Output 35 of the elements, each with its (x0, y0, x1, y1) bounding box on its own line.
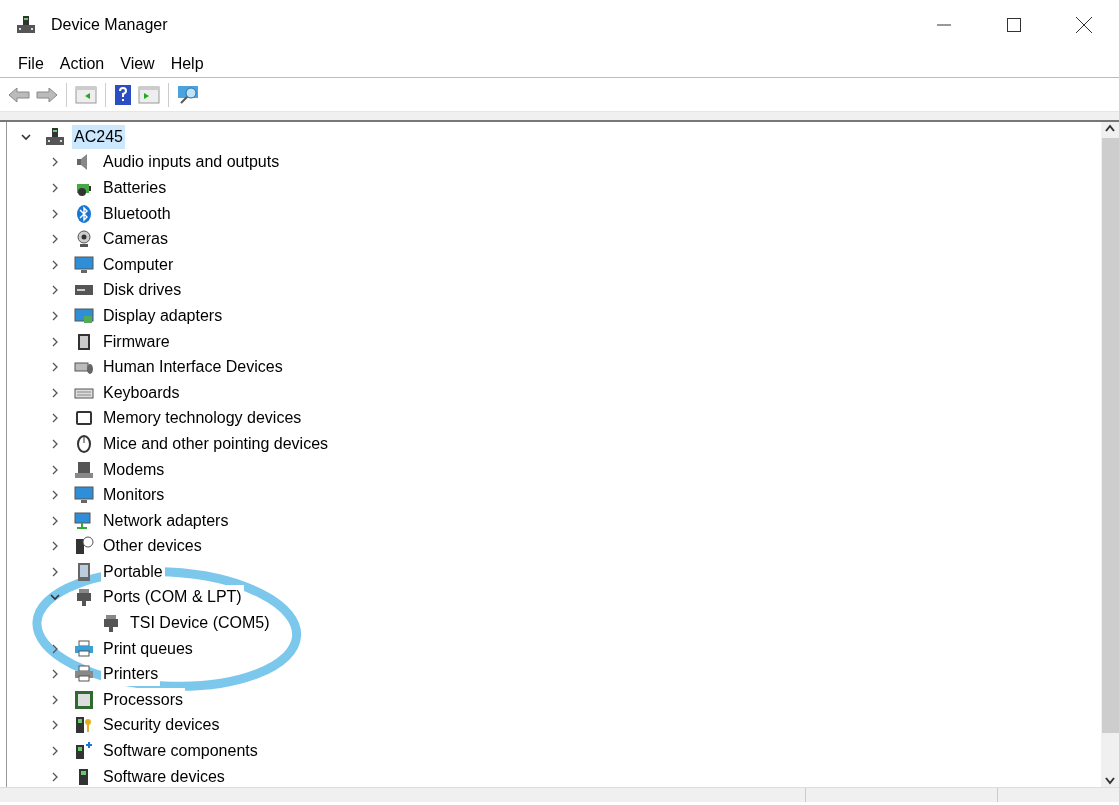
key-icon (74, 715, 94, 736)
maximize-icon (1006, 17, 1022, 33)
computer-tree-icon (45, 126, 65, 147)
tree-item[interactable]: AC245 (72, 124, 125, 149)
component-icon (74, 741, 94, 762)
computer-tree-icon (16, 15, 36, 35)
scroll-down-button[interactable] (1105, 775, 1115, 787)
bluetooth-icon (74, 203, 94, 224)
close-icon (1075, 16, 1093, 34)
window-title: Device Manager (51, 15, 168, 35)
modem-icon (74, 459, 94, 480)
display-adapter-icon (74, 305, 94, 326)
console-tree-button[interactable] (75, 85, 97, 104)
printer-icon (74, 638, 94, 659)
action-pane-button[interactable] (138, 85, 160, 104)
monitor-icon (74, 254, 94, 275)
scan-hardware-button[interactable] (177, 84, 201, 105)
minimize-icon (936, 24, 952, 26)
network-icon (74, 510, 94, 531)
processor-icon (74, 689, 94, 710)
forward-button[interactable] (36, 85, 58, 104)
printer-icon (74, 664, 94, 685)
monitor-icon (74, 485, 94, 506)
webcam-icon (74, 229, 94, 250)
mouse-icon (74, 433, 94, 454)
menu-item[interactable]: View (112, 51, 163, 76)
back-button[interactable] (8, 85, 30, 104)
help-button[interactable] (114, 83, 132, 106)
menu-item[interactable]: Action (51, 51, 113, 76)
unknown-device-icon (74, 536, 94, 557)
connector-icon (74, 587, 94, 608)
menu-item[interactable]: File (10, 51, 52, 76)
connector-icon (101, 613, 121, 634)
scroll-up-button[interactable] (1105, 122, 1115, 134)
menu-item[interactable]: Help (162, 51, 212, 76)
